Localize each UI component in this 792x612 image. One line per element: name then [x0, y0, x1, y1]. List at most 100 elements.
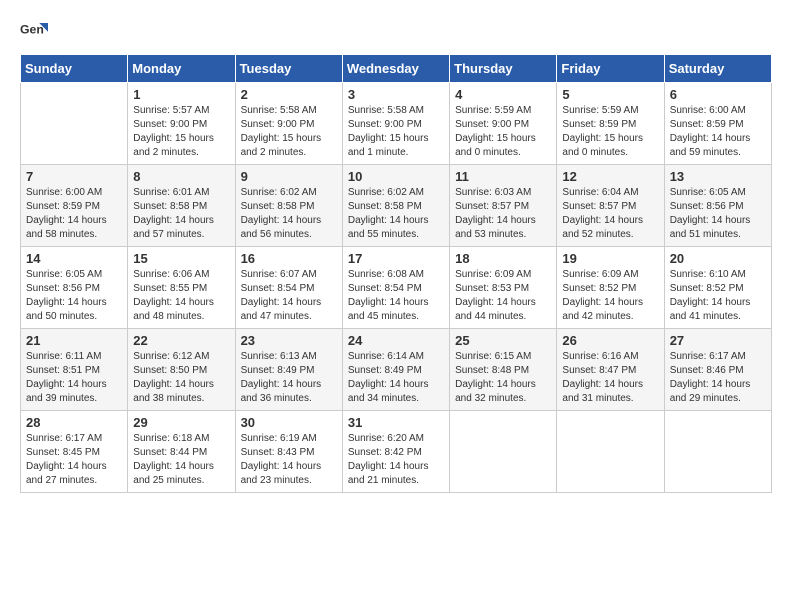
- day-number: 17: [348, 251, 444, 266]
- day-info: Sunrise: 5:57 AM Sunset: 9:00 PM Dayligh…: [133, 104, 229, 160]
- day-cell: 16 Sunrise: 6:07 AM Sunset: 8:54 PM Dayli…: [235, 247, 342, 329]
- day-number: 9: [241, 169, 337, 184]
- calendar-table: SundayMondayTuesdayWednesdayThursdayFrid…: [20, 54, 772, 493]
- day-number: 27: [670, 333, 766, 348]
- day-number: 6: [670, 87, 766, 102]
- day-cell: 13 Sunrise: 6:05 AM Sunset: 8:56 PM Dayli…: [664, 165, 771, 247]
- day-number: 29: [133, 415, 229, 430]
- header: Gen: [20, 16, 772, 44]
- day-cell: 24 Sunrise: 6:14 AM Sunset: 8:49 PM Dayli…: [342, 329, 449, 411]
- day-number: 15: [133, 251, 229, 266]
- day-info: Sunrise: 6:00 AM Sunset: 8:59 PM Dayligh…: [670, 104, 766, 160]
- day-info: Sunrise: 6:02 AM Sunset: 8:58 PM Dayligh…: [241, 186, 337, 242]
- day-number: 7: [26, 169, 122, 184]
- day-cell: 23Sunrise: 6:13 AM Sunset: 8:49 PM Dayli…: [235, 329, 342, 411]
- day-cell: 22Sunrise: 6:12 AM Sunset: 8:50 PM Dayli…: [128, 329, 235, 411]
- day-info: Sunrise: 6:05 AM Sunset: 8:56 PM Dayligh…: [670, 186, 766, 242]
- svg-text:Gen: Gen: [20, 23, 44, 37]
- col-header-monday: Monday: [128, 55, 235, 83]
- day-info: Sunrise: 6:06 AM Sunset: 8:55 PM Dayligh…: [133, 268, 229, 324]
- day-info: Sunrise: 6:13 AM Sunset: 8:49 PM Dayligh…: [241, 350, 337, 406]
- day-number: 3: [348, 87, 444, 102]
- day-cell: 31 Sunrise: 6:20 AM Sunset: 8:42 PM Dayli…: [342, 411, 449, 493]
- day-info: Sunrise: 5:58 AM Sunset: 9:00 PM Dayligh…: [348, 104, 444, 160]
- header-row: SundayMondayTuesdayWednesdayThursdayFrid…: [21, 55, 772, 83]
- day-number: 12: [562, 169, 658, 184]
- day-cell: 27 Sunrise: 6:17 AM Sunset: 8:46 PM Dayli…: [664, 329, 771, 411]
- day-cell: 29 Sunrise: 6:18 AM Sunset: 8:44 PM Dayli…: [128, 411, 235, 493]
- day-cell: [21, 83, 128, 165]
- day-cell: 8 Sunrise: 6:01 AM Sunset: 8:58 PM Daylig…: [128, 165, 235, 247]
- day-info: Sunrise: 5:58 AM Sunset: 9:00 PM Dayligh…: [241, 104, 337, 160]
- day-info: Sunrise: 6:18 AM Sunset: 8:44 PM Dayligh…: [133, 432, 229, 488]
- col-header-saturday: Saturday: [664, 55, 771, 83]
- day-number: 31: [348, 415, 444, 430]
- day-info: Sunrise: 6:05 AM Sunset: 8:56 PM Dayligh…: [26, 268, 122, 324]
- day-cell: [664, 411, 771, 493]
- day-cell: 1 Sunrise: 5:57 AM Sunset: 9:00 PM Daylig…: [128, 83, 235, 165]
- day-number: 2: [241, 87, 337, 102]
- week-row-3: 14Sunrise: 6:05 AM Sunset: 8:56 PM Dayli…: [21, 247, 772, 329]
- col-header-sunday: Sunday: [21, 55, 128, 83]
- day-cell: 14Sunrise: 6:05 AM Sunset: 8:56 PM Dayli…: [21, 247, 128, 329]
- day-info: Sunrise: 6:15 AM Sunset: 8:48 PM Dayligh…: [455, 350, 551, 406]
- day-number: 26: [562, 333, 658, 348]
- week-row-2: 7 Sunrise: 6:00 AM Sunset: 8:59 PM Daylig…: [21, 165, 772, 247]
- day-cell: 11 Sunrise: 6:03 AM Sunset: 8:57 PM Dayli…: [450, 165, 557, 247]
- day-info: Sunrise: 6:07 AM Sunset: 8:54 PM Dayligh…: [241, 268, 337, 324]
- day-number: 28: [26, 415, 122, 430]
- day-number: 18: [455, 251, 551, 266]
- day-number: 24: [348, 333, 444, 348]
- day-info: Sunrise: 6:09 AM Sunset: 8:52 PM Dayligh…: [562, 268, 658, 324]
- logo-icon: Gen: [20, 16, 48, 44]
- day-info: Sunrise: 6:08 AM Sunset: 8:54 PM Dayligh…: [348, 268, 444, 324]
- day-cell: 18Sunrise: 6:09 AM Sunset: 8:53 PM Dayli…: [450, 247, 557, 329]
- logo: Gen: [20, 16, 52, 44]
- day-cell: 19 Sunrise: 6:09 AM Sunset: 8:52 PM Dayli…: [557, 247, 664, 329]
- day-number: 22: [133, 333, 229, 348]
- day-number: 5: [562, 87, 658, 102]
- day-number: 4: [455, 87, 551, 102]
- day-cell: 30Sunrise: 6:19 AM Sunset: 8:43 PM Dayli…: [235, 411, 342, 493]
- week-row-4: 21 Sunrise: 6:11 AM Sunset: 8:51 PM Dayli…: [21, 329, 772, 411]
- day-cell: 28 Sunrise: 6:17 AM Sunset: 8:45 PM Dayli…: [21, 411, 128, 493]
- day-info: Sunrise: 6:11 AM Sunset: 8:51 PM Dayligh…: [26, 350, 122, 406]
- day-cell: 3 Sunrise: 5:58 AM Sunset: 9:00 PM Daylig…: [342, 83, 449, 165]
- day-number: 13: [670, 169, 766, 184]
- day-cell: 7 Sunrise: 6:00 AM Sunset: 8:59 PM Daylig…: [21, 165, 128, 247]
- day-info: Sunrise: 6:04 AM Sunset: 8:57 PM Dayligh…: [562, 186, 658, 242]
- day-info: Sunrise: 6:03 AM Sunset: 8:57 PM Dayligh…: [455, 186, 551, 242]
- day-info: Sunrise: 6:02 AM Sunset: 8:58 PM Dayligh…: [348, 186, 444, 242]
- day-number: 21: [26, 333, 122, 348]
- day-cell: 20Sunrise: 6:10 AM Sunset: 8:52 PM Dayli…: [664, 247, 771, 329]
- day-cell: 21 Sunrise: 6:11 AM Sunset: 8:51 PM Dayli…: [21, 329, 128, 411]
- day-info: Sunrise: 6:19 AM Sunset: 8:43 PM Dayligh…: [241, 432, 337, 488]
- day-info: Sunrise: 6:14 AM Sunset: 8:49 PM Dayligh…: [348, 350, 444, 406]
- day-info: Sunrise: 6:17 AM Sunset: 8:46 PM Dayligh…: [670, 350, 766, 406]
- day-number: 10: [348, 169, 444, 184]
- day-number: 16: [241, 251, 337, 266]
- day-cell: 17 Sunrise: 6:08 AM Sunset: 8:54 PM Dayli…: [342, 247, 449, 329]
- day-info: Sunrise: 6:20 AM Sunset: 8:42 PM Dayligh…: [348, 432, 444, 488]
- day-cell: [450, 411, 557, 493]
- day-number: 1: [133, 87, 229, 102]
- col-header-friday: Friday: [557, 55, 664, 83]
- col-header-wednesday: Wednesday: [342, 55, 449, 83]
- day-cell: 5 Sunrise: 5:59 AM Sunset: 8:59 PM Daylig…: [557, 83, 664, 165]
- week-row-5: 28 Sunrise: 6:17 AM Sunset: 8:45 PM Dayli…: [21, 411, 772, 493]
- day-info: Sunrise: 6:01 AM Sunset: 8:58 PM Dayligh…: [133, 186, 229, 242]
- col-header-tuesday: Tuesday: [235, 55, 342, 83]
- day-info: Sunrise: 6:17 AM Sunset: 8:45 PM Dayligh…: [26, 432, 122, 488]
- day-info: Sunrise: 6:00 AM Sunset: 8:59 PM Dayligh…: [26, 186, 122, 242]
- day-cell: 15 Sunrise: 6:06 AM Sunset: 8:55 PM Dayli…: [128, 247, 235, 329]
- day-number: 19: [562, 251, 658, 266]
- day-cell: 6 Sunrise: 6:00 AM Sunset: 8:59 PM Daylig…: [664, 83, 771, 165]
- col-header-thursday: Thursday: [450, 55, 557, 83]
- day-number: 8: [133, 169, 229, 184]
- day-info: Sunrise: 5:59 AM Sunset: 8:59 PM Dayligh…: [562, 104, 658, 160]
- day-number: 11: [455, 169, 551, 184]
- day-cell: 26 Sunrise: 6:16 AM Sunset: 8:47 PM Dayli…: [557, 329, 664, 411]
- day-cell: 25Sunrise: 6:15 AM Sunset: 8:48 PM Dayli…: [450, 329, 557, 411]
- day-number: 20: [670, 251, 766, 266]
- day-info: Sunrise: 6:16 AM Sunset: 8:47 PM Dayligh…: [562, 350, 658, 406]
